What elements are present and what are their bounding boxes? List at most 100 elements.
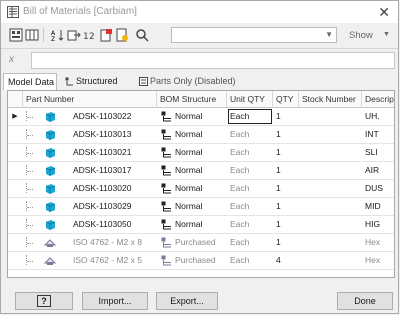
find-icon[interactable]	[135, 28, 149, 42]
qty-cell[interactable]: 1	[273, 180, 299, 197]
stock-number-cell[interactable]	[299, 198, 362, 215]
part-number-cell[interactable]: ADSK-1103017	[70, 162, 156, 179]
table-row[interactable]: ADSK-1103020 Normal Each 1 DUS	[8, 180, 394, 198]
unit-qty-cell[interactable]: Each	[227, 162, 273, 179]
bom-structure-cell[interactable]: Purchased	[157, 234, 227, 251]
qty-cell[interactable]: 1	[273, 144, 299, 161]
bom-structure-cell[interactable]: Normal	[157, 162, 227, 179]
row-selector[interactable]: ▶	[8, 108, 22, 125]
tab-parts-only[interactable]: Parts Only (Disabled)	[135, 73, 247, 90]
part-number-cell[interactable]: ISO 4762 - M2 x 5	[70, 252, 156, 269]
tab-structured[interactable]: Structured	[61, 73, 131, 90]
description-cell[interactable]: MID	[362, 198, 394, 215]
export-button[interactable]: Export...	[156, 292, 218, 310]
bom-structure-value: Normal	[175, 219, 203, 229]
qty-cell[interactable]: 4	[273, 252, 299, 269]
bom-structure-cell[interactable]: Purchased	[157, 252, 227, 269]
column-header-unit-qty[interactable]: Unit QTY	[227, 91, 273, 108]
table-row[interactable]: ISO 4762 - M2 x 8 Purchased Each 1 Hex	[8, 234, 394, 252]
bom-structure-cell[interactable]: Normal	[157, 108, 227, 125]
tree-connector	[26, 201, 37, 211]
show-chevron-down-icon[interactable]: ▼	[383, 31, 390, 38]
tree-connector	[26, 129, 37, 139]
description-cell[interactable]: INT	[362, 126, 394, 143]
stock-number-cell[interactable]	[299, 144, 362, 161]
done-button[interactable]: Done	[337, 292, 393, 310]
view-options-icon[interactable]	[115, 28, 129, 42]
table-row[interactable]: ADSK-1103050 Normal Each 1 HIG	[8, 216, 394, 234]
stock-number-cell[interactable]	[299, 108, 362, 125]
qty-cell[interactable]: 1	[273, 198, 299, 215]
close-button[interactable]: ✕	[378, 4, 390, 20]
bom-structure-cell[interactable]: Normal	[157, 144, 227, 161]
table-row[interactable]: ADSK-1103021 Normal Each 1 SLI	[8, 144, 394, 162]
add-custom-part-icon[interactable]	[99, 28, 113, 42]
table-row[interactable]: ADSK-1103029 Normal Each 1 MID	[8, 198, 394, 216]
column-header-stock-number[interactable]: Stock Number	[299, 91, 362, 108]
column-header-part-number[interactable]: Part Number	[23, 91, 157, 108]
unit-qty-cell[interactable]: Each	[227, 144, 273, 161]
export-icon[interactable]	[67, 28, 81, 42]
stock-number-cell[interactable]	[299, 162, 362, 179]
bom-settings-icon[interactable]	[9, 28, 23, 42]
sort-icon[interactable]: AZ	[51, 28, 65, 42]
stock-number-cell[interactable]	[299, 180, 362, 197]
bom-structure-value: Normal	[175, 147, 203, 157]
description-cell[interactable]: SLI	[362, 144, 394, 161]
unit-qty-cell[interactable]: Each	[227, 126, 273, 143]
table-row[interactable]: ISO 4762 - M2 x 5 Purchased Each 4 Hex	[8, 252, 394, 270]
column-header-bom-structure[interactable]: BOM Structure	[157, 91, 227, 108]
part-number-cell[interactable]: ISO 4762 - M2 x 8	[70, 234, 156, 251]
unit-qty-cell[interactable]: Each	[227, 198, 273, 215]
part-cube-icon	[45, 148, 56, 158]
row-selector-header	[8, 91, 23, 108]
qty-cell[interactable]: 1	[273, 162, 299, 179]
description-cell[interactable]: UH.	[362, 108, 394, 125]
help-button[interactable]: ?	[15, 292, 73, 310]
part-number-cell[interactable]: ADSK-1103021	[70, 144, 156, 161]
view-combo[interactable]: ▼	[171, 27, 337, 43]
import-button[interactable]: Import...	[82, 292, 148, 310]
qty-cell[interactable]: 1	[273, 126, 299, 143]
formula-input[interactable]	[31, 52, 395, 69]
bom-structure-cell[interactable]: Normal	[157, 180, 227, 197]
part-number-cell[interactable]: ADSK-1103029	[70, 198, 156, 215]
stock-number-cell[interactable]	[299, 252, 362, 269]
part-number-cell[interactable]: ADSK-1103020	[70, 180, 156, 197]
description-cell[interactable]: DUS	[362, 180, 394, 197]
stock-number-cell[interactable]	[299, 234, 362, 251]
bom-structure-cell[interactable]: Normal	[157, 198, 227, 215]
unit-qty-cell[interactable]: Each	[227, 234, 273, 251]
renumber-icon[interactable]: 12	[83, 28, 97, 42]
table-row[interactable]: ADSK-1103017 Normal Each 1 AIR	[8, 162, 394, 180]
description-cell[interactable]: HIG	[362, 216, 394, 233]
content-center-part-icon	[44, 239, 56, 247]
table-row[interactable]: ▶ ADSK-1103022 Normal Each 1 UH.	[8, 108, 394, 126]
svg-text:1: 1	[83, 32, 89, 42]
unit-qty-cell[interactable]: Each	[227, 180, 273, 197]
bom-structure-value: Normal	[175, 183, 203, 193]
description-cell[interactable]: Hex	[362, 252, 394, 269]
show-button[interactable]: Show	[349, 30, 373, 41]
part-number-cell[interactable]: ADSK-1103013	[70, 126, 156, 143]
toolbar: AZ 12 ▼ Show ▼	[1, 23, 398, 47]
qty-cell[interactable]: 1	[273, 234, 299, 251]
column-header-description[interactable]: Descrip	[362, 91, 394, 108]
unit-qty-cell[interactable]: Each	[227, 108, 273, 125]
qty-cell[interactable]: 1	[273, 216, 299, 233]
tab-model-data[interactable]: Model Data	[3, 73, 57, 90]
table-row[interactable]: ADSK-1103013 Normal Each 1 INT	[8, 126, 394, 144]
qty-cell[interactable]: 1	[273, 108, 299, 125]
column-header-qty[interactable]: QTY	[273, 91, 299, 108]
columns-icon[interactable]	[25, 28, 39, 42]
unit-qty-cell[interactable]: Each	[227, 216, 273, 233]
stock-number-cell[interactable]	[299, 126, 362, 143]
part-number-cell[interactable]: ADSK-1103022	[70, 108, 156, 125]
bom-structure-cell[interactable]: Normal	[157, 126, 227, 143]
stock-number-cell[interactable]	[299, 216, 362, 233]
description-cell[interactable]: Hex	[362, 234, 394, 251]
bom-structure-cell[interactable]: Normal	[157, 216, 227, 233]
part-number-cell[interactable]: ADSK-1103050	[70, 216, 156, 233]
unit-qty-cell[interactable]: Each	[227, 252, 273, 269]
description-cell[interactable]: AIR	[362, 162, 394, 179]
